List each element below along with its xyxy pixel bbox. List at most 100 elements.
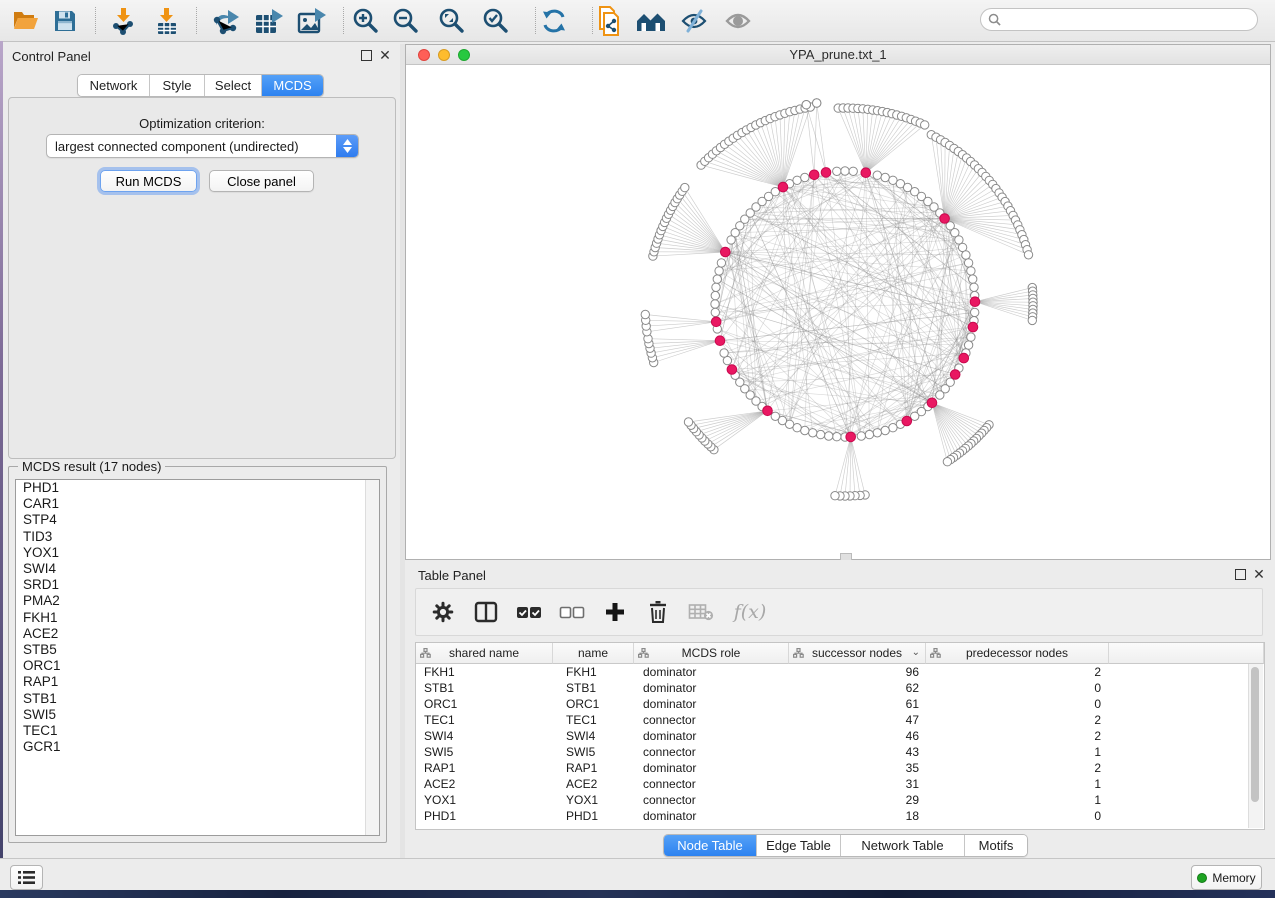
cell-predecessor-nodes[interactable]: 2 [926, 728, 1109, 744]
mcds-result-item[interactable]: PMA2 [16, 593, 379, 609]
mcds-result-item[interactable]: TEC1 [16, 723, 379, 739]
table-row[interactable]: PHD1PHD1dominator180 [416, 808, 1264, 824]
close-table-panel-icon[interactable]: ✕ [1252, 567, 1266, 581]
cell-shared-name[interactable]: ORC1 [416, 696, 553, 712]
search-field[interactable] [980, 8, 1258, 31]
zoom-selected-icon[interactable] [480, 5, 512, 37]
table-row[interactable]: FKH1FKH1dominator962 [416, 664, 1264, 680]
cell-successor-nodes[interactable]: 62 [789, 680, 926, 696]
cell-mcds-role[interactable]: connector [634, 712, 789, 728]
cell-mcds-role[interactable]: dominator [634, 728, 789, 744]
cell-predecessor-nodes[interactable]: 2 [926, 664, 1109, 680]
mcds-result-item[interactable]: PHD1 [16, 480, 379, 496]
cell-shared-name[interactable]: YOX1 [416, 792, 553, 808]
cell-predecessor-nodes[interactable]: 0 [926, 808, 1109, 824]
apply-layout-icon[interactable] [538, 5, 570, 37]
mcds-result-item[interactable]: STB1 [16, 691, 379, 707]
cell-name[interactable]: ACE2 [553, 776, 634, 792]
cell-successor-nodes[interactable]: 31 [789, 776, 926, 792]
mcds-result-item[interactable]: GCR1 [16, 739, 379, 755]
cell-shared-name[interactable]: ACE2 [416, 776, 553, 792]
cell-successor-nodes[interactable]: 47 [789, 712, 926, 728]
column-header-name[interactable]: name [553, 643, 634, 664]
close-panel-button[interactable]: Close panel [209, 170, 314, 192]
cell-name[interactable]: RAP1 [553, 760, 634, 776]
show-all-icon[interactable] [635, 5, 667, 37]
zoom-in-icon[interactable] [350, 5, 382, 37]
mcds-result-item[interactable]: STP4 [16, 512, 379, 528]
select-all-icon[interactable] [516, 599, 542, 625]
cell-predecessor-nodes[interactable]: 0 [926, 680, 1109, 696]
cell-shared-name[interactable]: SWI5 [416, 744, 553, 760]
cell-name[interactable]: STB1 [553, 680, 634, 696]
cell-predecessor-nodes[interactable]: 0 [926, 696, 1109, 712]
cell-predecessor-nodes[interactable]: 2 [926, 712, 1109, 728]
mcds-result-list[interactable]: PHD1CAR1STP4TID3YOX1SWI4SRD1PMA2FKH1ACE2… [15, 479, 380, 836]
table-row[interactable]: SWI4SWI4dominator462 [416, 728, 1264, 744]
cell-predecessor-nodes[interactable]: 1 [926, 744, 1109, 760]
cell-name[interactable]: SWI5 [553, 744, 634, 760]
open-file-icon[interactable] [10, 5, 42, 37]
column-header-mcds-role[interactable]: MCDS role [634, 643, 789, 664]
table-row[interactable]: STB1STB1dominator620 [416, 680, 1264, 696]
network-canvas[interactable] [407, 65, 1269, 559]
deselect-all-icon[interactable] [559, 599, 585, 625]
run-mcds-button[interactable]: Run MCDS [100, 170, 197, 192]
mcds-result-item[interactable]: STB5 [16, 642, 379, 658]
tab-motifs[interactable]: Motifs [965, 835, 1027, 856]
float-table-panel-icon[interactable] [1233, 567, 1247, 581]
mcds-result-item[interactable]: CAR1 [16, 496, 379, 512]
tab-select[interactable]: Select [205, 75, 262, 96]
column-header-predecessor-nodes[interactable]: predecessor nodes [926, 643, 1109, 664]
cell-shared-name[interactable]: TEC1 [416, 712, 553, 728]
cell-name[interactable]: TEC1 [553, 712, 634, 728]
delete-table-icon[interactable] [688, 599, 714, 625]
cell-mcds-role[interactable]: dominator [634, 696, 789, 712]
mcds-result-item[interactable]: ACE2 [16, 626, 379, 642]
cell-shared-name[interactable]: RAP1 [416, 760, 553, 776]
mcds-result-item[interactable]: SRD1 [16, 577, 379, 593]
cell-name[interactable]: PHD1 [553, 808, 634, 824]
cell-successor-nodes[interactable]: 96 [789, 664, 926, 680]
zoom-fit-icon[interactable] [436, 5, 468, 37]
close-panel-icon[interactable]: ✕ [378, 48, 392, 62]
delete-column-icon[interactable] [645, 599, 671, 625]
cell-successor-nodes[interactable]: 29 [789, 792, 926, 808]
cell-successor-nodes[interactable]: 43 [789, 744, 926, 760]
duplicate-network-icon[interactable] [593, 5, 625, 37]
cell-mcds-role[interactable]: dominator [634, 808, 789, 824]
mcds-result-item[interactable]: YOX1 [16, 545, 379, 561]
column-header-successor-nodes[interactable]: successor nodes ⌄ [789, 643, 926, 664]
import-network-icon[interactable] [108, 5, 140, 37]
cell-mcds-role[interactable]: connector [634, 792, 789, 808]
mcds-result-item[interactable]: SWI4 [16, 561, 379, 577]
export-network-icon[interactable] [210, 5, 242, 37]
export-table-icon[interactable] [253, 5, 285, 37]
cell-name[interactable]: FKH1 [553, 664, 634, 680]
import-table-icon[interactable] [151, 5, 183, 37]
cell-mcds-role[interactable]: dominator [634, 760, 789, 776]
cell-predecessor-nodes[interactable]: 1 [926, 776, 1109, 792]
cell-successor-nodes[interactable]: 35 [789, 760, 926, 776]
show-panels-button[interactable] [10, 865, 43, 890]
mcds-list-scrollbar[interactable] [365, 480, 379, 835]
table-scrollbar-thumb[interactable] [1251, 667, 1259, 802]
cell-shared-name[interactable]: STB1 [416, 680, 553, 696]
cell-shared-name[interactable]: PHD1 [416, 808, 553, 824]
save-session-icon[interactable] [49, 5, 81, 37]
tab-node-table[interactable]: Node Table [664, 835, 757, 856]
column-header-shared-name[interactable]: shared name [416, 643, 553, 664]
cell-name[interactable]: ORC1 [553, 696, 634, 712]
mcds-result-item[interactable]: FKH1 [16, 610, 379, 626]
table-row[interactable]: SWI5SWI5connector431 [416, 744, 1264, 760]
mcds-result-item[interactable]: SWI5 [16, 707, 379, 723]
cell-successor-nodes[interactable]: 61 [789, 696, 926, 712]
cell-successor-nodes[interactable]: 18 [789, 808, 926, 824]
cell-mcds-role[interactable]: dominator [634, 664, 789, 680]
cell-mcds-role[interactable]: dominator [634, 680, 789, 696]
split-view-icon[interactable] [473, 599, 499, 625]
zoom-out-icon[interactable] [390, 5, 422, 37]
show-hidden-icon[interactable] [722, 5, 754, 37]
tab-network[interactable]: Network [78, 75, 150, 96]
mcds-result-item[interactable]: ORC1 [16, 658, 379, 674]
